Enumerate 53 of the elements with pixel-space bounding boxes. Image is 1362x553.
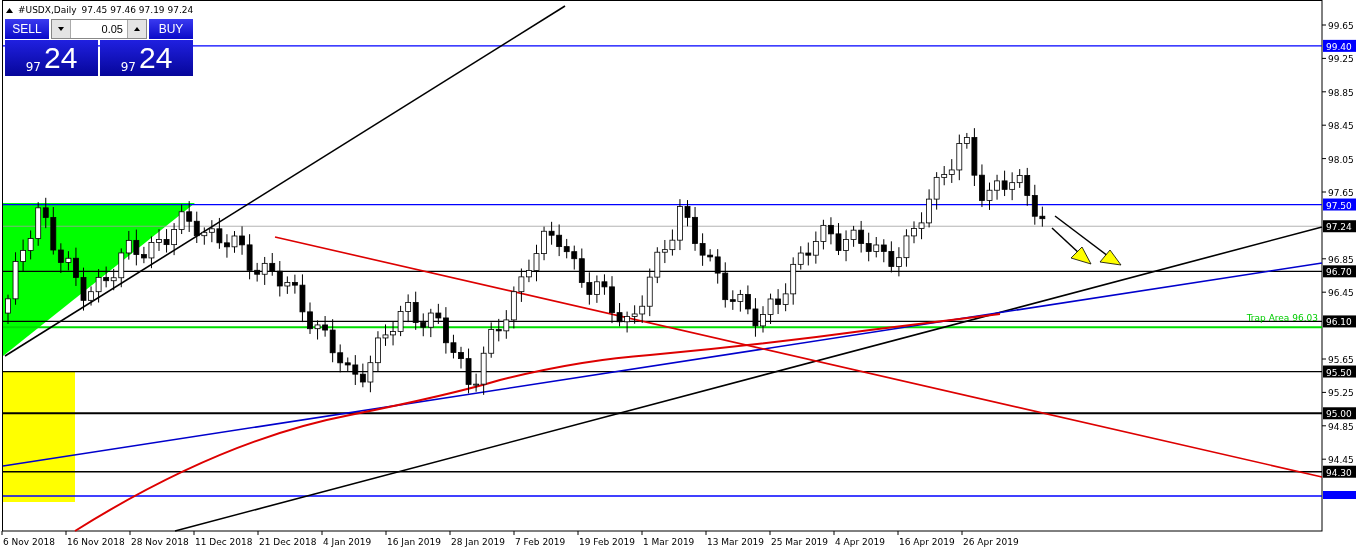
date-tick-label: 28 Jan 2019 <box>451 537 505 547</box>
lot-value[interactable]: 0.05 <box>71 20 127 38</box>
price-tick-label: 95.65 <box>1328 355 1354 365</box>
increase-button[interactable] <box>127 20 146 38</box>
date-tick-label: 16 Nov 2018 <box>67 537 125 547</box>
price-main: 24 <box>43 42 78 74</box>
date-tick-label: 7 Feb 2019 <box>515 537 566 547</box>
price-tick-label: 94.85 <box>1328 421 1354 432</box>
price-tick-label: 96.85 <box>1328 254 1354 265</box>
price-tick-label: 98.05 <box>1328 154 1354 165</box>
price-tick-label: 97.65 <box>1328 188 1354 198</box>
date-tick-label: 19 Feb 2019 <box>579 537 635 547</box>
caret-up-icon <box>134 27 140 31</box>
price-main: 24 <box>138 42 173 74</box>
buy-button[interactable]: BUY <box>149 19 193 39</box>
date-tick-label: 16 Apr 2019 <box>899 537 955 547</box>
price-tag: 99.40 <box>1323 39 1356 52</box>
price-tick-label: 98.45 <box>1328 121 1354 132</box>
symbol-title: #USDX,Daily <box>18 4 77 17</box>
date-tick-label: 25 Mar 2019 <box>771 537 829 547</box>
price-prefix: 97 <box>120 60 136 74</box>
ohlc-values: 97.45 97.46 97.19 97.24 <box>81 4 194 17</box>
decrease-button[interactable] <box>52 20 71 38</box>
price-tag: 95.50 <box>1323 365 1356 378</box>
price-tag <box>1323 491 1356 499</box>
price-prefix: 97 <box>25 60 41 74</box>
date-tick-label: 16 Jan 2019 <box>387 537 441 547</box>
date-tick-label: 13 Mar 2019 <box>707 537 765 547</box>
price-tag: 97.24 <box>1323 220 1356 233</box>
date-tick-label: 28 Nov 2018 <box>131 537 189 547</box>
caret-down-icon <box>58 27 64 31</box>
date-tick-label: 6 Nov 2018 <box>3 537 55 547</box>
price-tick-label: 95.25 <box>1328 388 1354 399</box>
price-tick-label: 96.45 <box>1328 288 1354 299</box>
price-tag: 96.70 <box>1323 265 1356 278</box>
price-tick-label: 99.25 <box>1328 54 1354 65</box>
price-tag: 94.30 <box>1323 465 1356 478</box>
date-tick-label: 21 Dec 2018 <box>259 537 317 547</box>
price-tag: 95.00 <box>1323 407 1356 420</box>
trap-area-label: Trap Area 96.03 <box>1246 313 1318 324</box>
sell-button[interactable]: SELL <box>5 19 49 39</box>
date-tick-label: 11 Dec 2018 <box>195 537 253 547</box>
price-tag: 96.10 <box>1323 315 1356 328</box>
date-tick-label: 4 Jan 2019 <box>323 537 372 547</box>
date-tick-label: 4 Apr 2019 <box>835 537 885 547</box>
date-tick-label: 26 Apr 2019 <box>963 537 1019 547</box>
lot-spinner[interactable]: 0.05 <box>51 19 147 39</box>
price-tick-label: 99.65 <box>1328 21 1354 31</box>
price-tag: 97.50 <box>1323 198 1356 211</box>
date-tick-label: 1 Mar 2019 <box>643 537 695 547</box>
price-tick-label: 94.45 <box>1328 455 1354 466</box>
triangle-icon[interactable] <box>6 7 13 13</box>
price-tick-label: 98.85 <box>1328 87 1354 98</box>
